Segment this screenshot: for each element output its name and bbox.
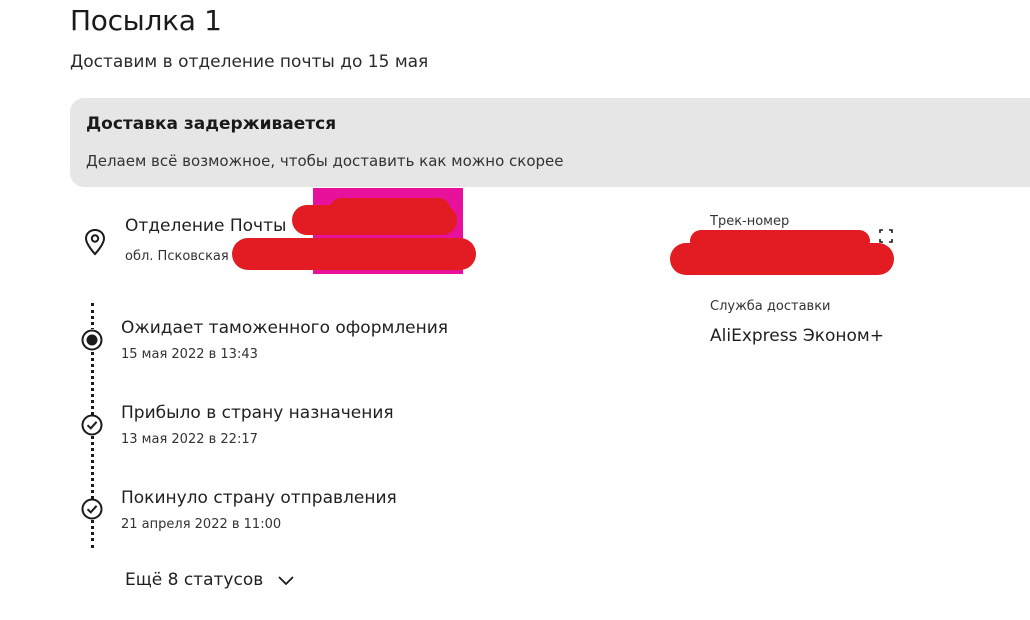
carrier-label: Служба доставки [710, 299, 831, 314]
chevron-down-icon [278, 576, 294, 586]
check-circle-icon [81, 414, 103, 436]
status-title: Покинуло страну отправления [121, 488, 397, 508]
status-date: 13 мая 2022 в 22:17 [121, 432, 258, 447]
post-office-address: обл. Псковская [125, 249, 229, 264]
notice-title: Доставка задерживается [86, 114, 337, 134]
redaction-mark [232, 238, 476, 270]
check-circle-icon [81, 498, 103, 520]
post-office-name: Отделение Почты [125, 216, 287, 236]
notice-text: Делаем всё возможное, чтобы доставить ка… [86, 152, 564, 170]
more-statuses-label: Ещё 8 статусов [125, 570, 264, 590]
redaction-mark [330, 198, 450, 220]
status-title: Прибыло в страну назначения [121, 403, 394, 423]
delay-notice: Доставка задерживается Делаем всё возмож… [70, 98, 1030, 187]
redaction-mark [670, 243, 894, 275]
page-title: Посылка 1 [70, 4, 222, 37]
status-title: Ожидает таможенного оформления [121, 318, 449, 338]
delivery-estimate: Доставим в отделение почты до 15 мая [70, 52, 429, 72]
more-statuses-button[interactable]: Ещё 8 статусов [125, 570, 295, 590]
tracking-number-label: Трек-номер [710, 214, 790, 229]
status-date: 21 апреля 2022 в 11:00 [121, 517, 282, 532]
copy-icon[interactable] [879, 229, 893, 243]
status-date: 15 мая 2022 в 13:43 [121, 347, 258, 362]
current-status-dot-icon [81, 329, 103, 351]
location-pin-icon [84, 228, 106, 256]
carrier-name: AliExpress Эконом+ [710, 326, 884, 346]
